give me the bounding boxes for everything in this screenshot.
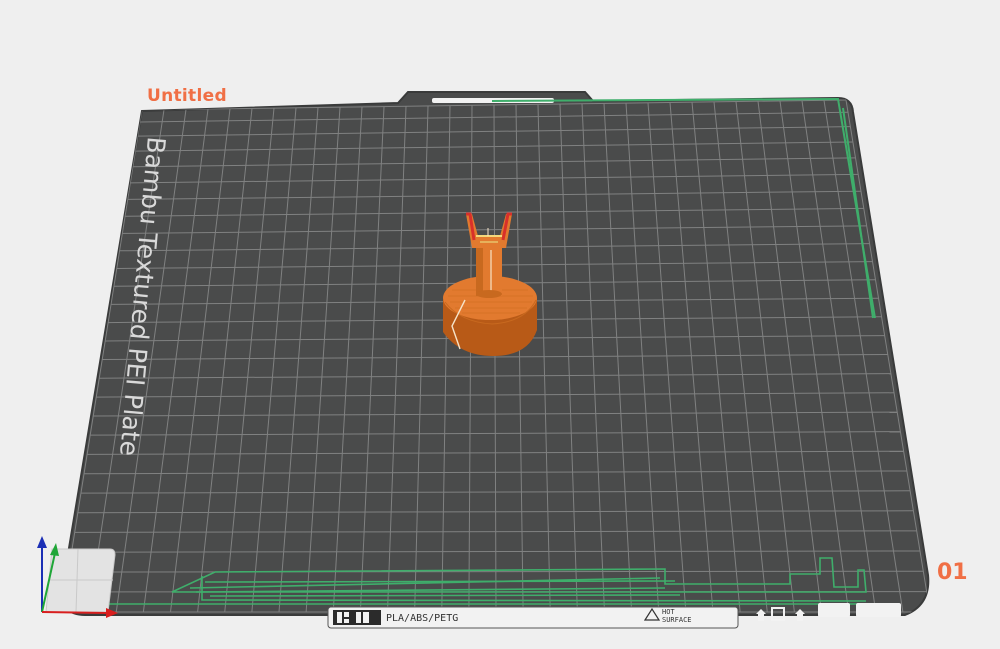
warning-line2: SURFACE xyxy=(662,616,692,624)
plate-title[interactable]: Untitled xyxy=(147,86,227,106)
warning-line1: HOT xyxy=(662,608,675,616)
origin-corner-tile xyxy=(46,549,115,612)
materials-label: PLA/ABS/PETG xyxy=(386,613,458,624)
plate-index-label[interactable]: 01 xyxy=(937,560,968,585)
3d-viewport[interactable]: Bambu Textured PEI Plate xyxy=(0,0,1000,645)
